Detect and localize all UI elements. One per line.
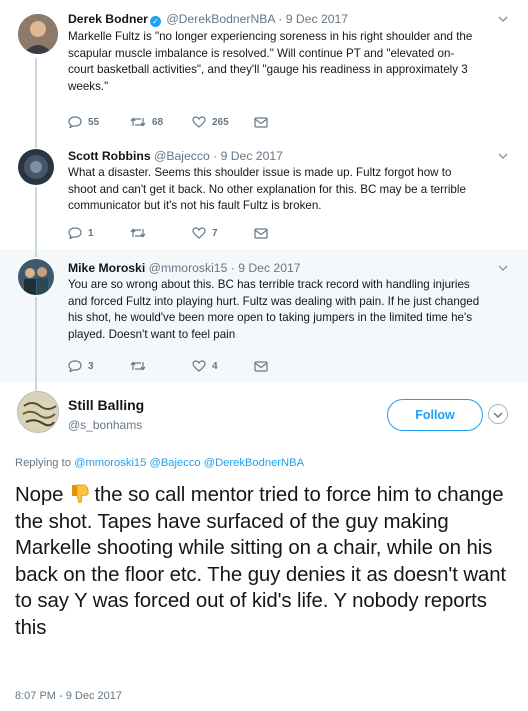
retweet-button[interactable] xyxy=(130,227,192,239)
display-name[interactable]: Still Balling xyxy=(68,397,144,413)
tweet-date[interactable]: 9 Dec 2017 xyxy=(221,149,283,163)
replying-to: Replying to @mmoroski15 @Bajecco @DerekB… xyxy=(15,457,305,469)
thread-line xyxy=(35,58,37,142)
thread-line xyxy=(35,249,37,257)
dm-button[interactable] xyxy=(254,360,316,372)
retweet-icon xyxy=(130,361,146,371)
thread-line xyxy=(35,382,37,391)
heart-icon xyxy=(192,116,206,128)
follow-button[interactable]: Follow xyxy=(387,399,483,431)
tweet-text: What a disaster. Seems this shoulder iss… xyxy=(68,166,466,212)
chevron-down-icon[interactable] xyxy=(498,14,508,24)
like-button[interactable]: 265 xyxy=(192,116,254,128)
tweet-scott-robbins[interactable]: Scott Robbins @Bajecco · 9 Dec 2017 What… xyxy=(0,142,528,249)
avatar[interactable] xyxy=(18,14,58,54)
like-button[interactable]: 4 xyxy=(192,360,254,372)
verified-icon: ✓ xyxy=(149,16,161,27)
thread-line xyxy=(35,297,37,382)
chevron-down-icon[interactable] xyxy=(488,404,508,424)
tweet-header: Derek Bodner ✓ @DerekBodnerNBA · 9 Dec 20… xyxy=(68,12,349,27)
tweet-mike-moroski[interactable]: Mike Moroski @mmoroski15 · 9 Dec 2017 Yo… xyxy=(0,249,528,382)
retweet-button[interactable] xyxy=(130,360,192,372)
reply-icon xyxy=(68,227,82,239)
chevron-down-icon[interactable] xyxy=(498,151,508,161)
username[interactable]: @s_bonhams xyxy=(68,418,142,432)
tweet-actions: 3 4 xyxy=(68,360,316,372)
tweet-actions: 55 68 265 xyxy=(68,116,316,128)
username[interactable]: @mmoroski15 xyxy=(149,261,228,275)
avatar[interactable] xyxy=(17,391,59,433)
display-name[interactable]: Mike Moroski xyxy=(68,261,145,275)
envelope-icon xyxy=(254,116,268,128)
display-name[interactable]: Derek Bodner xyxy=(68,12,148,26)
heart-icon xyxy=(192,227,206,239)
tweet-timestamp[interactable]: 8:07 PM - 9 Dec 2017 xyxy=(15,690,122,702)
tweet-header: Mike Moroski @mmoroski15 · 9 Dec 2017 xyxy=(68,261,301,275)
tweet-date[interactable]: 9 Dec 2017 xyxy=(238,261,300,275)
dm-button[interactable] xyxy=(254,227,316,239)
tweet-text: You are so wrong about this. BC has terr… xyxy=(68,278,480,341)
tweet-derek-bodner[interactable]: Derek Bodner ✓ @DerekBodnerNBA · 9 Dec 20… xyxy=(0,0,528,142)
envelope-icon xyxy=(254,227,268,239)
retweet-button[interactable]: 68 xyxy=(130,116,192,128)
tweet-text: Markelle Fultz is "no longer experiencin… xyxy=(68,30,473,93)
chevron-down-icon[interactable] xyxy=(498,263,508,273)
avatar[interactable] xyxy=(18,259,54,295)
thread-line xyxy=(35,187,37,249)
reply-icon xyxy=(68,116,82,128)
reply-icon xyxy=(68,360,82,372)
envelope-icon xyxy=(254,360,268,372)
retweet-icon xyxy=(130,117,146,127)
retweet-icon xyxy=(130,228,146,238)
thread-line xyxy=(35,142,37,148)
reply-button[interactable]: 3 xyxy=(68,360,130,372)
tweet-text: Nope the so call mentor tried to force h… xyxy=(15,483,506,639)
tweet-header: Scott Robbins @Bajecco · 9 Dec 2017 xyxy=(68,149,283,163)
heart-icon xyxy=(192,360,206,372)
reply-button[interactable]: 1 xyxy=(68,227,130,239)
username[interactable]: @Bajecco xyxy=(154,149,210,163)
tweet-date[interactable]: 9 Dec 2017 xyxy=(286,12,348,26)
tweet-actions: 1 7 xyxy=(68,227,316,239)
avatar[interactable] xyxy=(18,149,54,185)
dm-button[interactable] xyxy=(254,116,316,128)
reply-button[interactable]: 55 xyxy=(68,116,130,128)
thumbs-down-emoji xyxy=(69,483,89,505)
username[interactable]: @DerekBodnerNBA xyxy=(166,12,275,26)
display-name[interactable]: Scott Robbins xyxy=(68,149,151,163)
like-button[interactable]: 7 xyxy=(192,227,254,239)
reply-mentions[interactable]: @mmoroski15 @Bajecco @DerekBodnerNBA xyxy=(74,457,304,469)
